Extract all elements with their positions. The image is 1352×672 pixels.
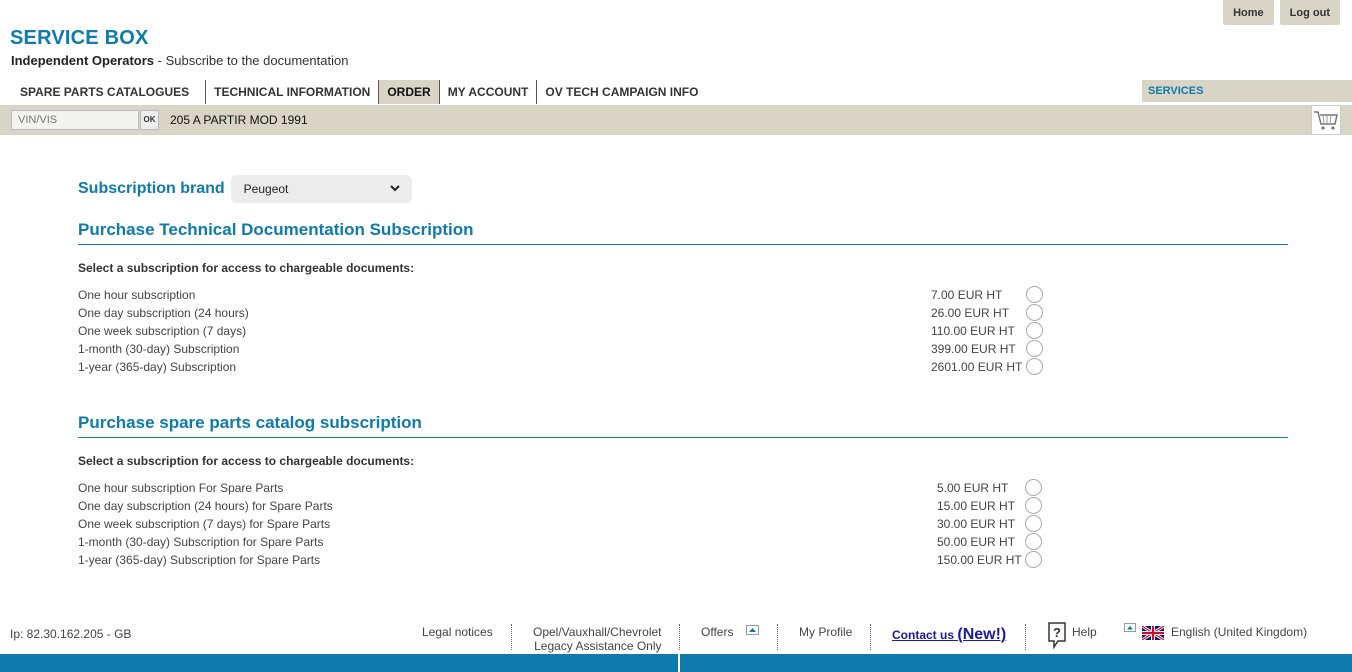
option-price: 2601.00 EUR HT — [931, 360, 1023, 374]
subscription-option: 1-month (30-day) Subscription for Spare … — [78, 533, 1288, 551]
my-profile-link[interactable]: My Profile — [799, 625, 852, 639]
page-subtitle: Independent Operators - Subscribe to the… — [10, 53, 348, 68]
nav-my-account[interactable]: MY ACCOUNT — [438, 80, 537, 104]
option-label: One week subscription (7 days) — [78, 324, 247, 338]
arrow-up-icon[interactable] — [746, 625, 759, 635]
option-radio[interactable] — [1026, 340, 1043, 357]
legal-notices-link[interactable]: Legal notices — [422, 625, 493, 639]
option-price: 30.00 EUR HT — [937, 517, 1016, 531]
services-menu[interactable]: SERVICES — [1142, 80, 1352, 102]
brand-select-value: Peugeot — [243, 182, 289, 196]
legacy-assistance-link[interactable]: Opel/Vauxhall/Chevrolet Legacy Assistanc… — [533, 625, 662, 653]
option-radio[interactable] — [1026, 358, 1043, 375]
chevron-down-icon — [389, 185, 400, 192]
uk-flag-icon[interactable] — [1142, 626, 1164, 640]
tech-doc-note: Select a subscription for access to char… — [78, 261, 415, 275]
tech-doc-title: Purchase Technical Documentation Subscri… — [78, 220, 1288, 245]
option-radio[interactable] — [1025, 497, 1042, 514]
option-label: 1-month (30-day) Subscription for Spare … — [78, 535, 324, 549]
option-price: 15.00 EUR HT — [937, 499, 1016, 513]
legacy-line1: Opel/Vauxhall/Chevrolet — [533, 625, 662, 639]
option-radio[interactable] — [1026, 304, 1043, 321]
brand-select[interactable]: Peugeot — [230, 175, 412, 203]
option-price: 110.00 EUR HT — [931, 324, 1015, 338]
option-price: 7.00 EUR HT — [931, 288, 1003, 302]
option-radio[interactable] — [1025, 515, 1042, 532]
main-nav: SPARE PARTS CATALOGUES TECHNICAL INFORMA… — [10, 80, 706, 104]
subscription-option: One hour subscription 7.00 EUR HT — [78, 286, 1288, 304]
nav-order[interactable]: ORDER — [378, 80, 439, 104]
nav-ov-tech-campaign-info[interactable]: OV TECH CAMPAIGN INFO — [536, 80, 706, 104]
footer-separator — [777, 624, 778, 650]
main-content: Subscription brand Peugeot Purchase Tech… — [78, 175, 1288, 569]
subtitle-rest: - Subscribe to the documentation — [154, 53, 349, 68]
tech-doc-section: Purchase Technical Documentation Subscri… — [78, 220, 1288, 376]
cart-button[interactable] — [1311, 105, 1341, 135]
bottom-bar — [0, 654, 1352, 672]
ip-address: Ip: 82.30.162.205 - GB — [10, 627, 132, 641]
subscription-option: One day subscription (24 hours) for Spar… — [78, 497, 1288, 515]
option-label: One day subscription (24 hours) — [78, 306, 249, 320]
contact-us-link[interactable]: Contact us (New!) — [892, 626, 1006, 644]
nav-spare-parts-catalogues[interactable]: SPARE PARTS CATALOGUES — [10, 80, 205, 104]
option-label: One week subscription (7 days) for Spare… — [78, 517, 331, 531]
option-label: 1-year (365-day) Subscription for Spare … — [78, 553, 321, 567]
option-label: One hour subscription — [78, 288, 196, 302]
nav-technical-information[interactable]: TECHNICAL INFORMATION — [205, 80, 378, 104]
option-price: 5.00 EUR HT — [937, 481, 1009, 495]
subtitle-bold: Independent Operators — [11, 53, 155, 68]
offers-link[interactable]: Offers — [701, 625, 733, 639]
spare-parts-section: Purchase spare parts catalog subscriptio… — [78, 413, 1288, 569]
option-radio[interactable] — [1025, 533, 1042, 550]
search-bar: OK 205 A PARTIR MOD 1991 — [0, 105, 1352, 135]
subscription-option: 1-month (30-day) Subscription 399.00 EUR… — [78, 340, 1288, 358]
option-label: 1-month (30-day) Subscription — [78, 342, 240, 356]
option-price: 399.00 EUR HT — [931, 342, 1016, 356]
option-label: One hour subscription For Spare Parts — [78, 481, 284, 495]
subscription-option: One week subscription (7 days) 110.00 EU… — [78, 322, 1288, 340]
app-title: SERVICE BOX — [10, 27, 149, 49]
language-selector[interactable]: English (United Kingdom) — [1171, 625, 1307, 639]
help-icon[interactable]: ? — [1047, 621, 1067, 649]
subscription-brand-label: Subscription brand — [78, 180, 225, 197]
legacy-line2: Legacy Assistance Only — [534, 639, 662, 653]
footer-separator — [511, 624, 512, 650]
contact-new-badge: (New!) — [957, 626, 1007, 643]
top-buttons: Home Log out — [1223, 0, 1340, 25]
svg-text:?: ? — [1053, 625, 1061, 640]
vin-input[interactable] — [11, 110, 139, 130]
subscription-option: One day subscription (24 hours) 26.00 EU… — [78, 304, 1288, 322]
option-radio[interactable] — [1025, 479, 1042, 496]
current-model: 205 A PARTIR MOD 1991 — [170, 113, 308, 127]
subscription-brand-row: Subscription brand Peugeot — [78, 175, 1288, 203]
logout-button[interactable]: Log out — [1279, 0, 1340, 25]
spare-parts-title: Purchase spare parts catalog subscriptio… — [78, 413, 1288, 438]
bottom-bar-divider — [678, 654, 680, 672]
option-label: 1-year (365-day) Subscription — [78, 360, 237, 374]
option-radio[interactable] — [1026, 286, 1043, 303]
vin-ok-button[interactable]: OK — [140, 110, 159, 130]
brand-block: SERVICE BOX Independent Operators - Subs… — [10, 27, 348, 68]
subscription-option: 1-year (365-day) Subscription 2601.00 EU… — [78, 358, 1288, 376]
footer-separator — [870, 624, 871, 650]
subscription-option: One week subscription (7 days) for Spare… — [78, 515, 1288, 533]
option-label: One day subscription (24 hours) for Spar… — [78, 499, 333, 513]
spare-parts-note: Select a subscription for access to char… — [78, 454, 415, 468]
subscription-option: 1-year (365-day) Subscription for Spare … — [78, 551, 1288, 569]
option-price: 150.00 EUR HT — [937, 553, 1022, 567]
arrow-up-icon[interactable] — [1124, 623, 1136, 632]
home-button[interactable]: Home — [1223, 0, 1274, 25]
subscription-option: One hour subscription For Spare Parts 5.… — [78, 479, 1288, 497]
option-radio[interactable] — [1026, 322, 1043, 339]
option-price: 50.00 EUR HT — [937, 535, 1016, 549]
option-radio[interactable] — [1025, 551, 1042, 568]
contact-label: Contact us — [892, 628, 955, 642]
footer-separator — [1025, 624, 1026, 650]
footer-separator — [679, 624, 680, 650]
option-price: 26.00 EUR HT — [931, 306, 1010, 320]
help-link[interactable]: Help — [1072, 625, 1097, 639]
cart-icon — [1314, 111, 1338, 130]
